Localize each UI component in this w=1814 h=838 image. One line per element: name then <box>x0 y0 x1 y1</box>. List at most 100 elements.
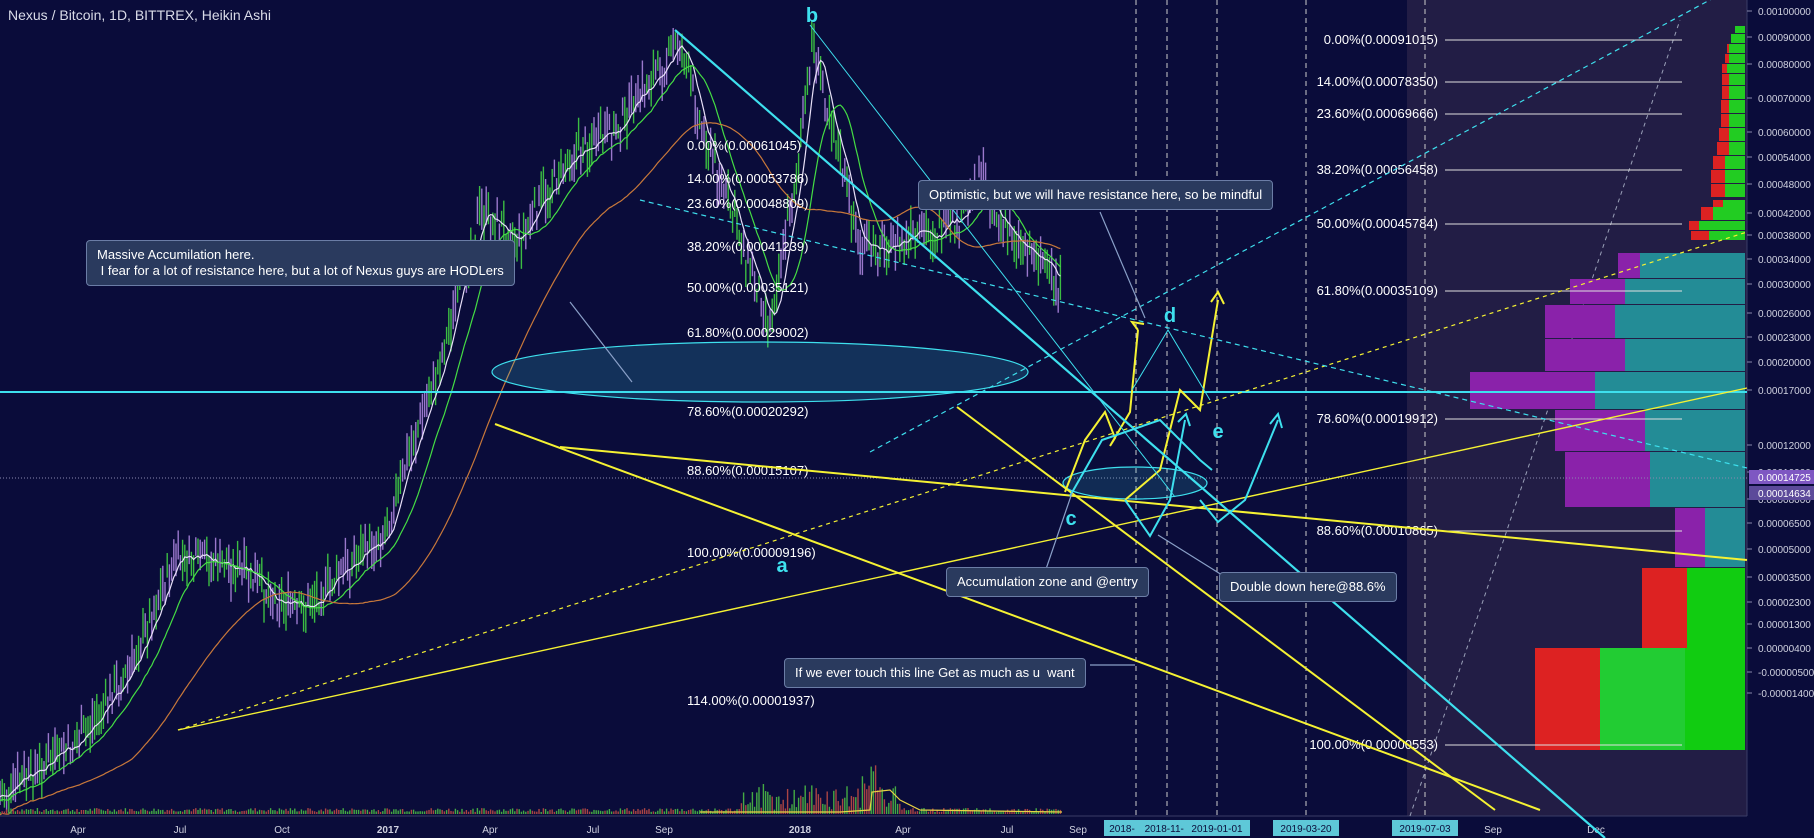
volume-profile-bar-6-1 <box>1729 86 1745 99</box>
volume-profile-bar-21-1 <box>1625 339 1745 371</box>
date-badge-label-1: 2018-11-1 <box>1145 824 1190 835</box>
volume-profile-bar-10-1 <box>1729 142 1745 155</box>
date-badge-label-0: 2018- <box>1109 824 1135 835</box>
volume-profile-bar-10-0 <box>1717 142 1729 155</box>
volume-profile-bar-15-0 <box>1701 207 1713 220</box>
volume-profile-bar-17-0 <box>1691 231 1709 240</box>
volume-profile-bar-7-1 <box>1729 100 1745 113</box>
price-tick-label-18: 0.00006500 <box>1758 519 1811 530</box>
price-tick-label-24: -0.00000500 <box>1758 668 1814 679</box>
price-tick-label-25: -0.00001400 <box>1758 689 1814 700</box>
date-badge-label-2: 2019-01-01 <box>1191 824 1243 835</box>
time-tick-label-8: Apr <box>895 825 911 836</box>
price-tick-label-5: 0.00054000 <box>1758 153 1811 164</box>
volume-profile-bar-4-0 <box>1722 64 1727 73</box>
volume-profile-bar-4-1 <box>1727 64 1745 73</box>
price-tick-label-22: 0.00001300 <box>1758 620 1811 631</box>
fib-right-label-4: 50.00%(0.00045784) <box>1317 216 1438 231</box>
volume-profile-bar-24-1 <box>1650 452 1745 507</box>
price-tick-label-9: 0.00034000 <box>1758 255 1811 266</box>
volume-profile-bar-1-0 <box>1731 34 1745 43</box>
wave-label-a: a <box>776 555 788 577</box>
annotation-optimistic: Optimistic, but we will have resistance … <box>918 180 1274 210</box>
fib-right-label-3: 38.20%(0.00056458) <box>1317 162 1438 177</box>
fib-left-label-5: 61.80%(0.00029002) <box>687 325 808 340</box>
time-tick-label-1: Jul <box>174 825 187 836</box>
volume-profile-bar-24-0 <box>1565 452 1650 507</box>
volume-profile-bar-16-0 <box>1689 221 1699 230</box>
price-tick-label-12: 0.00023000 <box>1758 333 1811 344</box>
volume-profile-bar-8-0 <box>1721 114 1729 127</box>
fib-left-label-6: 78.60%(0.00020292) <box>687 404 808 419</box>
volume-profile-bar-23-0 <box>1555 410 1645 451</box>
volume-profile-bar-25-0 <box>1675 508 1705 567</box>
time-tick-label-3: 2017 <box>377 825 400 836</box>
wave-label-c: c <box>1065 508 1076 530</box>
volume-profile-bar-2-1 <box>1729 44 1745 53</box>
volume-profile-bar-22-1 <box>1595 372 1745 409</box>
volume-profile-bar-5-0 <box>1722 74 1729 85</box>
volume-profile-bar-12-1 <box>1725 170 1745 183</box>
price-tick-label-11: 0.00026000 <box>1758 309 1811 320</box>
volume-profile-bar-9-1 <box>1729 128 1745 141</box>
price-tick-label-19: 0.00005000 <box>1758 545 1811 556</box>
volume-profile-bar-8-1 <box>1729 114 1745 127</box>
volume-profile-bar-22-0 <box>1470 372 1595 409</box>
fib-right-label-0: 0.00%(0.00091015) <box>1324 32 1438 47</box>
price-tick-label-2: 0.00080000 <box>1758 60 1811 71</box>
volume-profile-bar-23-1 <box>1645 410 1745 451</box>
time-tick-label-4: Apr <box>482 825 498 836</box>
volume-profile-bar-13-0 <box>1711 184 1725 197</box>
chart-title: Nexus / Bitcoin, 1D, BITTREX, Heikin Ash… <box>8 7 271 23</box>
time-tick-label-11: Sep <box>1484 825 1502 836</box>
volume-profile-bottom-green2 <box>1685 648 1745 750</box>
wave-label-d: d <box>1164 305 1176 327</box>
volume-profile-bar-11-1 <box>1725 156 1745 169</box>
annotation-touch-line: If we ever touch this line Get as much a… <box>784 658 1086 688</box>
volume-profile-bar-12-0 <box>1711 170 1725 183</box>
volume-profile-bar-13-1 <box>1725 184 1745 197</box>
volume-profile-bar-21-0 <box>1545 339 1625 371</box>
accumulation-ellipse <box>491 341 1029 403</box>
wave-label-b: b <box>806 5 818 27</box>
volume-profile-bar-2-0 <box>1727 44 1729 53</box>
date-badge-label-4: 2019-07-03 <box>1399 824 1451 835</box>
price-tick-label-13: 0.00020000 <box>1758 358 1811 369</box>
annotation-accumulation-zone: Accumulation zone and @entry <box>946 567 1149 597</box>
price-tick-label-15: 0.00012000 <box>1758 441 1811 452</box>
price-tick-label-1: 0.00090000 <box>1758 33 1811 44</box>
fib-right-label-8: 100.00%(0.00000553) <box>1309 737 1438 752</box>
volume-profile-bar-20-0 <box>1545 305 1615 338</box>
fib-left-label-8: 100.00%(0.00009196) <box>687 545 816 560</box>
time-tick-label-9: Jul <box>1001 825 1014 836</box>
price-tick-label-4: 0.00060000 <box>1758 128 1811 139</box>
fib-left-label-3: 38.20%(0.00041239) <box>687 239 808 254</box>
annotation-massive-accumulation: Massive Accumilation here. I fear for a … <box>86 240 515 286</box>
volume-profile-bar-9-0 <box>1719 128 1729 141</box>
price-tick-label-7: 0.00042000 <box>1758 209 1811 220</box>
price-tick-label-20: 0.00003500 <box>1758 573 1811 584</box>
volume-profile-bar-0-0 <box>1735 26 1745 33</box>
time-tick-label-0: Apr <box>70 825 86 836</box>
volume-profile-bar-7-0 <box>1721 100 1729 113</box>
volume-profile-bottom-red <box>1535 648 1600 750</box>
volume-profile-bar-11-0 <box>1713 156 1725 169</box>
time-tick-label-6: Sep <box>655 825 673 836</box>
volume-profile-bottom-green1 <box>1600 648 1685 750</box>
fib-left-label-4: 50.00%(0.00035121) <box>687 280 808 295</box>
fib-right-label-5: 61.80%(0.00035109) <box>1317 283 1438 298</box>
price-tick-label-0: 0.00100000 <box>1758 7 1811 18</box>
volume-profile-bar-18-1 <box>1640 253 1745 278</box>
time-tick-label-7: 2018 <box>789 825 812 836</box>
price-tick-label-6: 0.00048000 <box>1758 180 1811 191</box>
volume-profile-bar-6-0 <box>1722 86 1729 99</box>
fib-left-label-2: 23.60%(0.00048809) <box>687 196 808 211</box>
price-tick-label-3: 0.00070000 <box>1758 94 1811 105</box>
volume-profile-bar-18-0 <box>1618 253 1640 278</box>
volume-profile-bar-16-1 <box>1699 221 1745 230</box>
price-tick-label-14: 0.00017000 <box>1758 386 1811 397</box>
fib-left-label-9: 114.00%(0.00001937) <box>687 693 815 708</box>
fib-right-label-6: 78.60%(0.00019912) <box>1317 411 1438 426</box>
chart-root: 0.00100000 0.00090000 0.00080000 0.00070000… <box>0 0 1814 838</box>
price-tick-label-10: 0.00030000 <box>1758 280 1811 291</box>
